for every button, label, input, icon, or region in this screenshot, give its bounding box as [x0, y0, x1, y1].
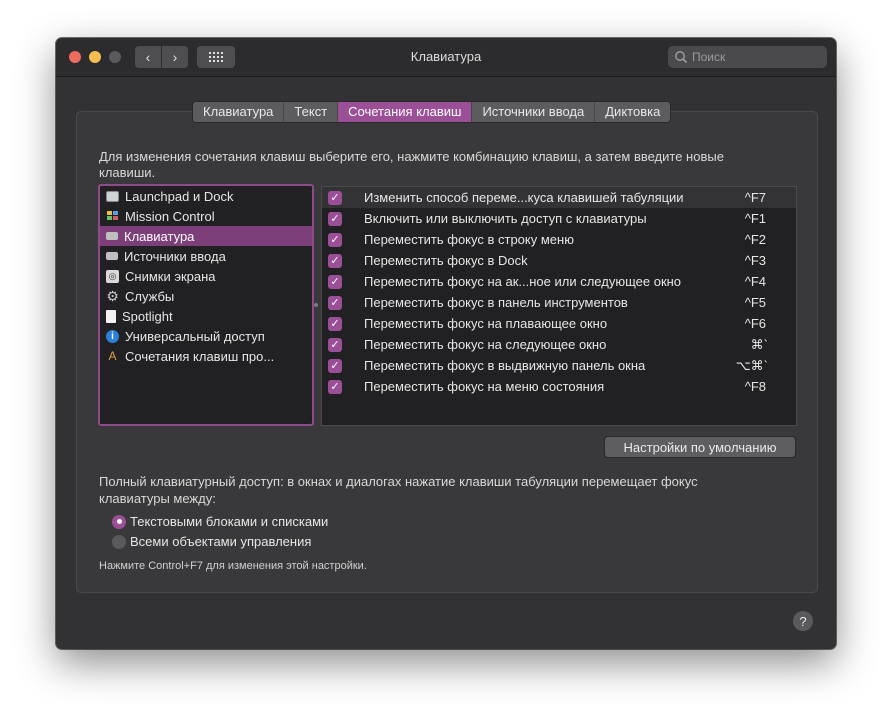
input-sources-icon — [106, 252, 118, 260]
shortcut-label: Переместить фокус в Dock — [364, 253, 528, 268]
app-shortcuts-icon: A — [108, 349, 117, 363]
full-keyboard-access-text: Полный клавиатурный доступ: в окнах и ди… — [99, 474, 698, 506]
shortcut-key: ^F4 — [744, 274, 766, 289]
category-item-accessibility[interactable]: i Универсальный доступ — [100, 326, 312, 346]
category-item-input-sources[interactable]: Источники ввода — [100, 246, 312, 266]
shortcut-row[interactable]: ✓ Переместить фокус на ак...ное или след… — [322, 271, 796, 292]
help-button[interactable]: ? — [793, 611, 813, 631]
category-item-keyboard[interactable]: Клавиатура — [100, 226, 312, 246]
shortcut-row[interactable]: ✓ Переместить фокус в Dock ^F3 — [322, 250, 796, 271]
shortcut-row[interactable]: ✓ Переместить фокус в выдвижную панель о… — [322, 355, 796, 376]
category-item-mission-control[interactable]: Mission Control — [100, 206, 312, 226]
category-item-app-shortcuts[interactable]: A Сочетания клавиш про... — [100, 346, 312, 366]
checkbox[interactable]: ✓ — [328, 253, 342, 268]
shortcut-row[interactable]: ✓ Переместить фокус в строку меню ^F2 — [322, 229, 796, 250]
search-field[interactable]: Поиск — [668, 46, 827, 68]
category-label: Spotlight — [122, 308, 173, 324]
category-item-services[interactable]: ⚙ Службы — [100, 286, 312, 306]
category-label: Сочетания клавиш про... — [125, 348, 275, 364]
services-gear-icon: ⚙ — [106, 287, 119, 304]
radio-text-boxes-lists[interactable]: Текстовыми блоками и списками — [112, 514, 328, 529]
screenshot-icon: ◎ — [106, 269, 119, 283]
shortcut-key: ^F7 — [744, 190, 766, 205]
shortcut-label: Переместить фокус в выдвижную панель окн… — [364, 358, 646, 373]
radio-label: Текстовыми блоками и списками — [130, 514, 329, 529]
instructions-text: Для изменения сочетания клавиш выберите … — [99, 149, 724, 180]
category-label: Клавиатура — [124, 228, 195, 244]
shortcut-key: ^F3 — [744, 253, 766, 268]
checkbox[interactable]: ✓ — [328, 316, 342, 331]
shortcut-label: Переместить фокус в строку меню — [364, 232, 574, 247]
split-divider-handle[interactable] — [314, 303, 318, 307]
shortcut-label: Включить или выключить доступ с клавиату… — [364, 211, 647, 226]
preferences-window: ‹ › Клавиатура Поиск Клавиатура Текст Со… — [56, 38, 836, 649]
search-placeholder: Поиск — [692, 50, 726, 64]
keyboard-icon — [106, 232, 118, 240]
tab-input-sources[interactable]: Источники ввода — [472, 102, 596, 122]
restore-defaults-button[interactable]: Настройки по умолчанию — [604, 436, 796, 458]
accessibility-icon: i — [106, 329, 119, 343]
shortcut-row[interactable]: ✓ Включить или выключить доступ с клавиа… — [322, 208, 796, 229]
title-bar: ‹ › Клавиатура Поиск — [56, 38, 836, 77]
shortcut-key: ^F5 — [744, 295, 766, 310]
tab-dictation[interactable]: Диктовка — [595, 102, 671, 122]
radio-all-controls[interactable]: Всеми объектами управления — [112, 534, 311, 549]
category-item-launchpad[interactable]: Launchpad и Dock — [100, 186, 312, 206]
shortcut-key: ⌥⌘` — [735, 357, 768, 373]
shortcut-key: ^F2 — [744, 232, 766, 247]
checkbox[interactable]: ✓ — [328, 211, 342, 226]
launchpad-icon — [106, 190, 119, 202]
checkbox[interactable]: ✓ — [328, 337, 342, 352]
category-item-spotlight[interactable]: Spotlight — [100, 306, 312, 326]
shortcut-label: Переместить фокус на следующее окно — [364, 337, 607, 352]
category-label: Источники ввода — [124, 248, 226, 264]
shortcut-label: Переместить фокус на плавающее окно — [364, 316, 608, 331]
checkbox[interactable]: ✓ — [328, 232, 342, 247]
shortcut-label: Изменить способ переме...куса клавишей т… — [364, 190, 684, 205]
tab-bar: Клавиатура Текст Сочетания клавиш Источн… — [192, 101, 672, 123]
tab-text[interactable]: Текст — [284, 102, 339, 122]
search-icon — [675, 51, 688, 64]
shortcut-row[interactable]: ✓ Переместить фокус в панель инструменто… — [322, 292, 796, 313]
checkbox[interactable]: ✓ — [328, 358, 342, 373]
shortcut-key: ^F8 — [744, 379, 766, 394]
hint-text: Нажмите Control+F7 для изменения этой на… — [99, 560, 367, 572]
shortcut-key: ^F1 — [744, 211, 766, 226]
shortcut-label: Переместить фокус на ак...ное или следую… — [364, 274, 682, 289]
shortcut-label: Переместить фокус на меню состояния — [364, 379, 605, 394]
tab-keyboard[interactable]: Клавиатура — [193, 102, 285, 122]
shortcut-row[interactable]: ✓ Переместить фокус на плавающее окно ^F… — [322, 313, 796, 334]
category-label: Снимки экрана — [125, 268, 216, 284]
category-label: Launchpad и Dock — [125, 188, 234, 204]
radio-label: Всеми объектами управления — [130, 534, 312, 549]
category-item-screenshots[interactable]: ◎ Снимки экрана — [100, 266, 312, 286]
checkbox[interactable]: ✓ — [328, 274, 342, 289]
shortcut-row[interactable]: ✓ Изменить способ переме...куса клавишей… — [322, 187, 796, 208]
shortcut-key: ^F6 — [744, 316, 766, 331]
checkbox[interactable]: ✓ — [328, 295, 342, 310]
category-label: Службы — [125, 288, 175, 304]
category-list[interactable]: Launchpad и Dock Mission Control Клавиат… — [98, 184, 314, 426]
shortcut-row[interactable]: ✓ Переместить фокус на меню состояния ^F… — [322, 376, 796, 397]
shortcut-row[interactable]: ✓ Переместить фокус на следующее окно ⌘` — [322, 334, 796, 355]
radio-unselected-icon[interactable] — [112, 534, 126, 549]
tab-shortcuts[interactable]: Сочетания клавиш — [338, 102, 473, 122]
checkbox[interactable]: ✓ — [328, 379, 342, 394]
spotlight-icon — [106, 309, 116, 323]
category-label: Универсальный доступ — [125, 328, 265, 344]
shortcut-label: Переместить фокус в панель инструментов — [364, 295, 628, 310]
mission-control-icon — [106, 210, 119, 223]
shortcut-key: ⌘` — [750, 336, 768, 352]
radio-selected-icon[interactable] — [112, 514, 126, 529]
shortcut-list[interactable]: ✓ Изменить способ переме...куса клавишей… — [321, 186, 797, 426]
checkbox[interactable]: ✓ — [328, 190, 342, 205]
category-label: Mission Control — [125, 208, 215, 224]
